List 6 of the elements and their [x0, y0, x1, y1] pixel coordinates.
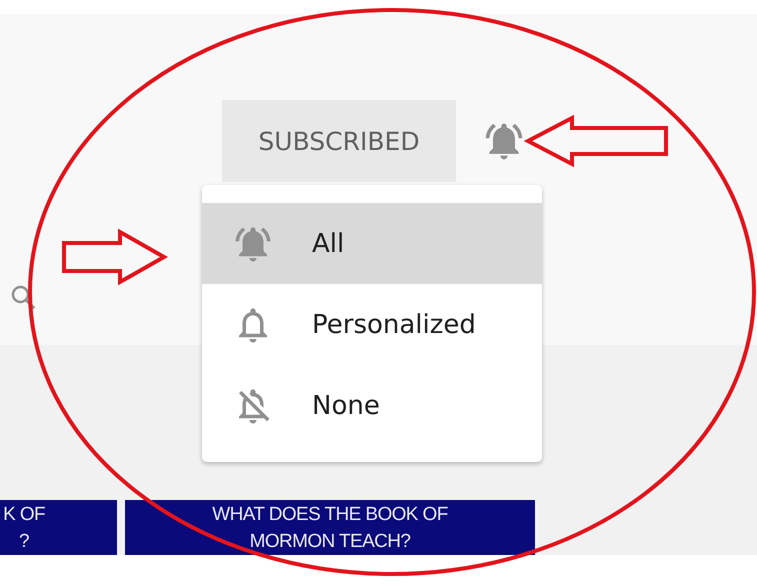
menu-item[interactable]: Personalized	[202, 284, 542, 365]
subscribed-button[interactable]: SUBSCRIBED	[222, 100, 456, 182]
menu-item[interactable]: All	[202, 203, 542, 284]
banner-title: WHAT DOES THE BOOK OF MORMON TEACH?	[125, 500, 535, 555]
menu-item[interactable]: None	[202, 365, 542, 446]
banner-title: K OF ?	[0, 500, 117, 555]
